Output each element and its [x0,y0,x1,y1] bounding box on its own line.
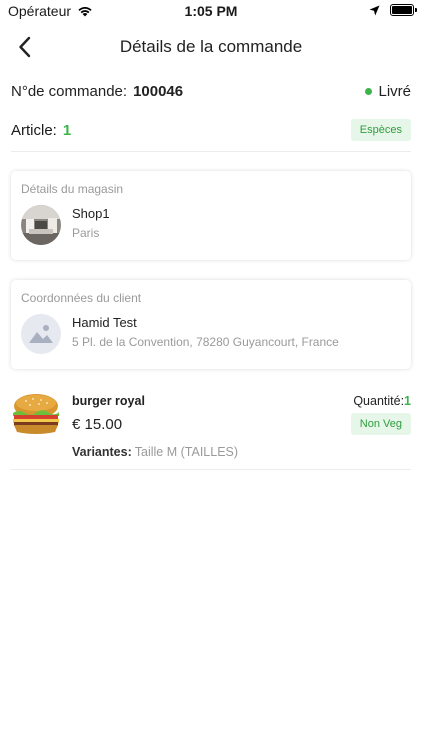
divider [11,469,411,470]
store-photo [21,205,61,245]
clock: 1:05 PM [184,3,238,19]
diet-badge: Non Veg [350,413,411,435]
divider [11,151,411,152]
variants-value: Taille M (TAILLES) [134,445,239,459]
status-icons [369,4,417,16]
order-status-label: Livré [378,82,411,100]
customer-card-title: Coordonnées du client [21,291,142,305]
store-city: Paris [72,226,100,240]
product-quantity: Quantité:1 [353,394,411,408]
burger-image [13,394,59,434]
article-label: Article: [11,121,57,139]
article-count: 1 [62,121,72,139]
nav-header: Détails de la commande [0,30,422,64]
article-group: Article: 1 [11,122,71,139]
location-arrow-icon [369,5,380,15]
order-number-label: N°de commande: [11,82,128,100]
customer-details-card[interactable]: Coordonnées du client Hamid Test 5 Pl. d… [11,280,411,369]
product-variants: Variantes: Taille M (TAILLES) [72,445,238,459]
product-item[interactable]: burger royal € 15.00 Variantes: Taille M … [11,390,411,462]
customer-name: Hamid Test [72,315,137,330]
payment-method-badge: Espèces [350,119,411,141]
status-dot-icon [365,87,373,95]
battery-icon [390,4,417,16]
order-number-row: N°de commande: 100046 Livré [11,80,411,102]
store-name: Shop1 [72,206,110,221]
order-number-value: 100046 [133,82,184,100]
store-card-title: Détails du magasin [21,182,124,196]
order-status: Livré [365,83,411,100]
product-name: burger royal [72,394,145,408]
order-number-group: N°de commande: 100046 [11,83,183,100]
quantity-value: 1 [404,394,411,408]
image-placeholder-icon [21,314,61,354]
product-price: € 15.00 [72,416,123,433]
store-details-card[interactable]: Détails du magasin Shop1 Paris [11,171,411,260]
article-row: Article: 1 Espèces [11,118,411,142]
page-title: Détails de la commande [119,37,303,56]
customer-address: 5 Pl. de la Convention, 78280 Guyancourt… [72,335,339,349]
quantity-label: Quantité: [353,394,405,408]
variants-label: Variantes: [72,445,132,459]
status-bar: Opérateur 1:05 PM [0,0,422,24]
